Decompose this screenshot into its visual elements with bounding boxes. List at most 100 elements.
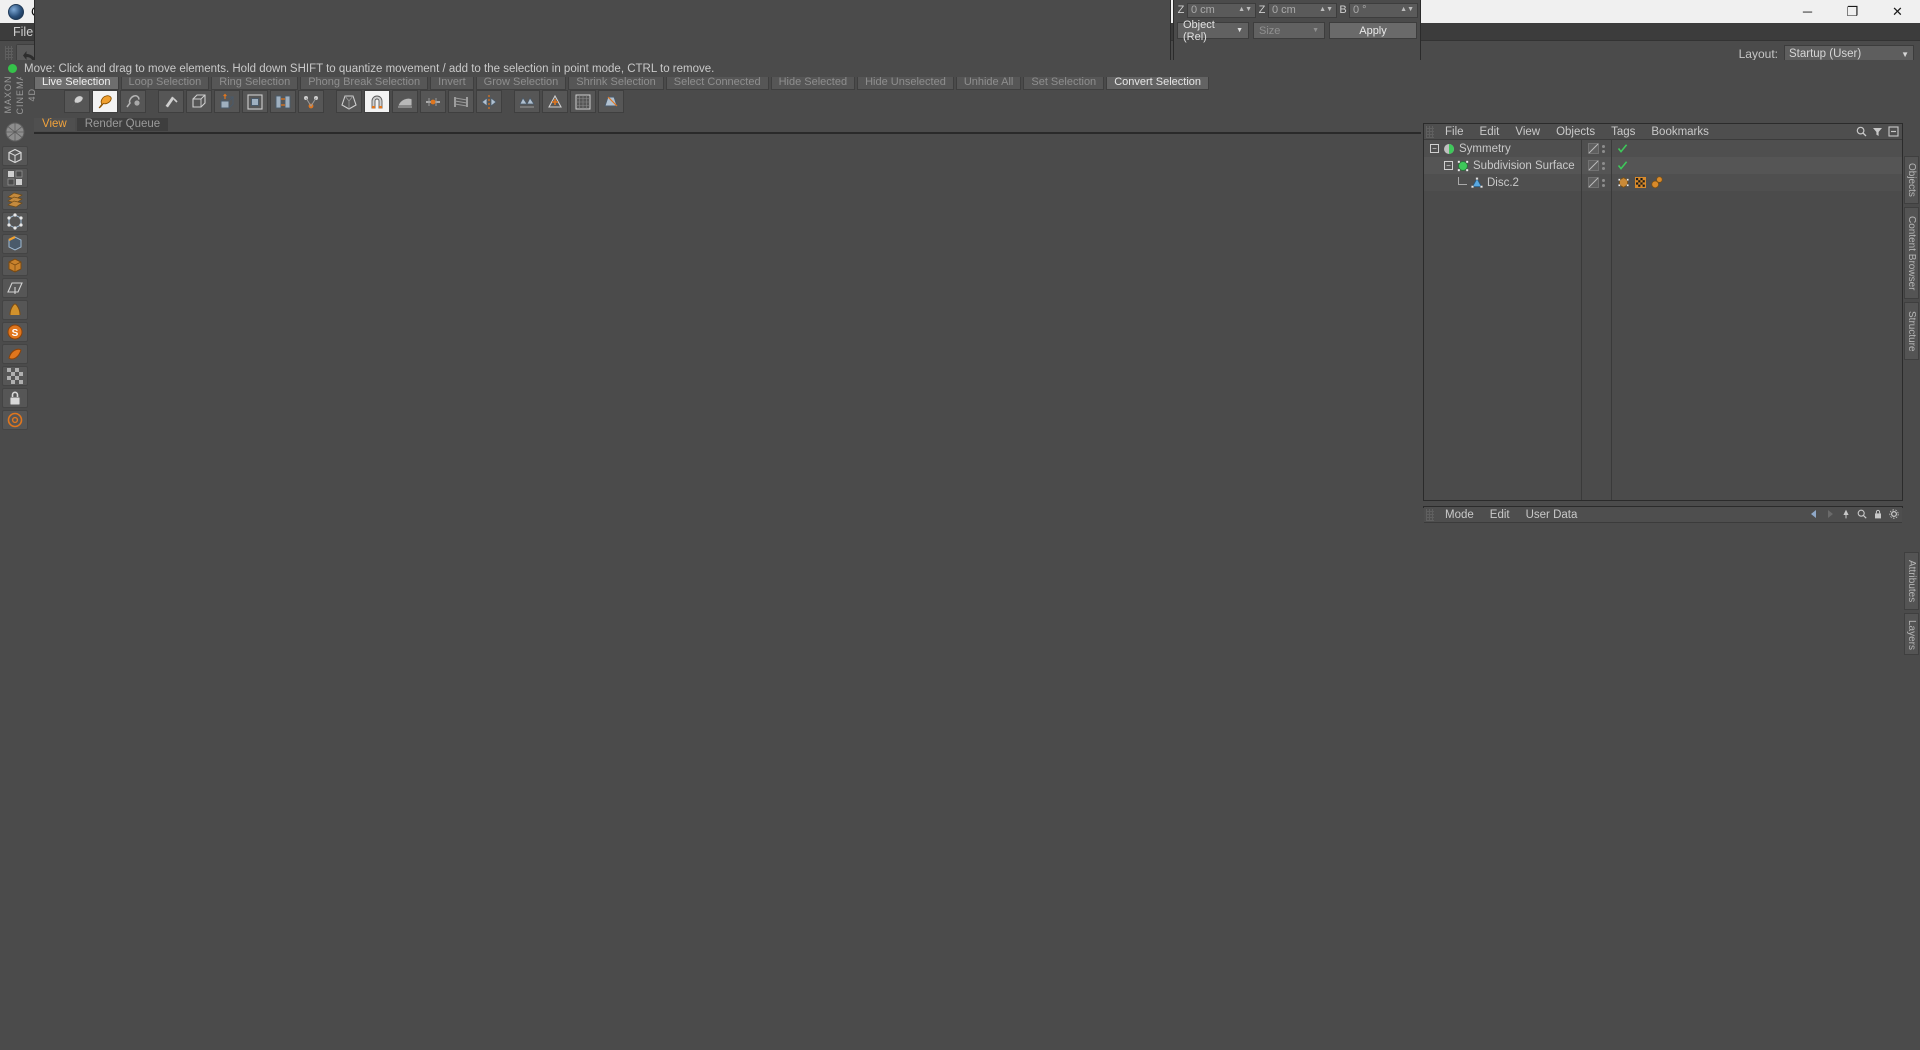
vtab-layers[interactable]: Layers bbox=[1904, 613, 1919, 655]
object-row-symmetry[interactable]: − Symmetry bbox=[1424, 140, 1581, 157]
texture-mode-icon[interactable] bbox=[2, 190, 28, 210]
coord-value-size-z: 0 cm bbox=[1272, 4, 1296, 16]
ommenu-objects[interactable]: Objects bbox=[1548, 124, 1603, 140]
extrude-inner-icon[interactable] bbox=[242, 90, 268, 113]
object-axis-icon[interactable] bbox=[2, 168, 28, 188]
workplane-icon[interactable] bbox=[2, 278, 28, 298]
visibility-dots-icon[interactable] bbox=[1602, 144, 1605, 153]
phong-tag-icon[interactable] bbox=[1617, 176, 1630, 189]
object-row-subdivision-surface[interactable]: − Subdivision Surface bbox=[1424, 157, 1581, 174]
search-icon[interactable] bbox=[1857, 509, 1867, 519]
coordinate-mode-dropdown[interactable]: Object (Rel) ▼ bbox=[1177, 19, 1249, 43]
lock-axis-icon[interactable] bbox=[2, 388, 28, 408]
texture-tag-icon[interactable] bbox=[1634, 176, 1647, 189]
editor-visibility-icon[interactable] bbox=[1588, 160, 1599, 171]
vpmenu-options[interactable]: Options bbox=[211, 133, 269, 135]
filter-icon[interactable] bbox=[1872, 126, 1883, 137]
brush-icon[interactable] bbox=[64, 90, 90, 113]
visibility-dots-icon[interactable] bbox=[1602, 178, 1605, 187]
ammenu-user-data[interactable]: User Data bbox=[1518, 507, 1586, 523]
viewport-menu-grip[interactable] bbox=[37, 132, 45, 134]
coord-spinner[interactable]: ▲▼ bbox=[1400, 6, 1414, 13]
magnet-icon[interactable] bbox=[364, 90, 390, 113]
world-object-coord-icon[interactable] bbox=[2, 410, 28, 430]
sculpt-symmetry-icon[interactable]: S bbox=[2, 322, 28, 342]
vpmenu-display[interactable]: Display bbox=[155, 133, 211, 135]
visibility-dots-icon[interactable] bbox=[1602, 161, 1605, 170]
vpmenu-filter[interactable]: Filter bbox=[269, 133, 313, 135]
soft-selection-icon[interactable] bbox=[2, 300, 28, 320]
object-manager: File Edit View Objects Tags Bookmarks − … bbox=[1423, 123, 1903, 501]
search-icon[interactable] bbox=[1856, 126, 1867, 137]
ammenu-mode[interactable]: Mode bbox=[1437, 507, 1482, 523]
lock-icon[interactable] bbox=[1873, 509, 1883, 519]
coord-spinner[interactable]: ▲▼ bbox=[1238, 6, 1252, 13]
ommenu-file[interactable]: File bbox=[1437, 124, 1472, 140]
mirror-icon[interactable] bbox=[476, 90, 502, 113]
coord-spinner[interactable]: ▲▼ bbox=[1319, 6, 1333, 13]
weld-icon[interactable] bbox=[298, 90, 324, 113]
close-polygon-hole-icon[interactable] bbox=[336, 90, 362, 113]
knife-icon[interactable] bbox=[158, 90, 184, 113]
ommenu-edit[interactable]: Edit bbox=[1472, 124, 1508, 140]
collapse-icon[interactable] bbox=[1888, 126, 1899, 137]
coord-input-rot-b[interactable]: 0 ° ▲▼ bbox=[1349, 2, 1418, 18]
pin-icon[interactable] bbox=[1841, 509, 1851, 519]
ommenu-view[interactable]: View bbox=[1507, 124, 1548, 140]
paint-sculpt-icon[interactable] bbox=[120, 90, 146, 113]
object-row-disc[interactable]: Disc.2 bbox=[1424, 174, 1581, 191]
smooth-brush-icon[interactable] bbox=[92, 90, 118, 113]
expander-icon[interactable]: − bbox=[1430, 144, 1439, 153]
apply-button[interactable]: Apply bbox=[1329, 22, 1417, 39]
iron-icon[interactable] bbox=[392, 90, 418, 113]
close-button[interactable]: ✕ bbox=[1875, 0, 1920, 23]
add-point-icon[interactable] bbox=[542, 90, 568, 113]
vtab-attributes[interactable]: Attributes bbox=[1904, 552, 1919, 610]
back-arrow-icon[interactable] bbox=[1809, 509, 1819, 519]
tab-view[interactable]: View bbox=[34, 118, 75, 131]
forward-arrow-icon[interactable] bbox=[1825, 509, 1835, 519]
vtab-objects[interactable]: Objects bbox=[1904, 156, 1919, 204]
point-mode-icon[interactable] bbox=[2, 212, 28, 232]
ammenu-edit[interactable]: Edit bbox=[1482, 507, 1518, 523]
bridge-icon[interactable] bbox=[270, 90, 296, 113]
editor-visibility-icon[interactable] bbox=[1588, 143, 1599, 154]
enable-axis-icon[interactable] bbox=[2, 344, 28, 364]
stitch-sew-icon[interactable] bbox=[448, 90, 474, 113]
viewport-solo-icon[interactable] bbox=[2, 366, 28, 386]
coord-input-size-z[interactable]: 0 cm ▲▼ bbox=[1268, 2, 1337, 18]
minimize-button[interactable]: ─ bbox=[1785, 0, 1830, 23]
expander-icon[interactable]: − bbox=[1444, 161, 1453, 170]
mode-globe-icon[interactable] bbox=[2, 120, 28, 144]
vtab-content-browser[interactable]: Content Browser bbox=[1904, 207, 1919, 299]
vpmenu-panel[interactable]: Panel bbox=[312, 133, 359, 135]
vpmenu-view[interactable]: View bbox=[48, 133, 91, 135]
enabled-check-icon[interactable] bbox=[1617, 143, 1628, 154]
vtab-structure[interactable]: Structure bbox=[1904, 302, 1919, 360]
tab-render-queue[interactable]: Render Queue bbox=[76, 118, 169, 131]
vpmenu-cameras[interactable]: Cameras bbox=[91, 133, 156, 135]
array-icon[interactable] bbox=[514, 90, 540, 113]
subdivide-icon[interactable] bbox=[570, 90, 596, 113]
polygon-mode-icon[interactable] bbox=[2, 256, 28, 276]
slide-icon[interactable] bbox=[420, 90, 446, 113]
untriangulate-icon[interactable] bbox=[598, 90, 624, 113]
object-menu-grip[interactable] bbox=[1426, 125, 1434, 138]
bevel-icon[interactable] bbox=[186, 90, 212, 113]
settings-icon[interactable] bbox=[1889, 509, 1899, 519]
extrude-icon[interactable] bbox=[214, 90, 240, 113]
enabled-check-icon[interactable] bbox=[1617, 160, 1628, 171]
model-mode-icon[interactable] bbox=[2, 146, 28, 166]
material-tag-icon[interactable] bbox=[1651, 176, 1664, 189]
layout-value: Startup (User) bbox=[1789, 48, 1862, 60]
attribute-menu-grip[interactable] bbox=[1426, 508, 1434, 521]
editor-visibility-icon[interactable] bbox=[1588, 177, 1599, 188]
coordinate-size-dropdown[interactable]: Size ▼ bbox=[1253, 22, 1325, 39]
maximize-button[interactable]: ❐ bbox=[1830, 0, 1875, 23]
ommenu-tags[interactable]: Tags bbox=[1603, 124, 1643, 140]
visibility-row bbox=[1582, 140, 1611, 157]
coordinate-actions: Object (Rel) ▼ Size ▼ Apply bbox=[1174, 18, 1420, 43]
ommenu-bookmarks[interactable]: Bookmarks bbox=[1643, 124, 1717, 140]
edge-mode-icon[interactable] bbox=[2, 234, 28, 254]
coord-input-pos-z[interactable]: 0 cm ▲▼ bbox=[1187, 2, 1256, 18]
